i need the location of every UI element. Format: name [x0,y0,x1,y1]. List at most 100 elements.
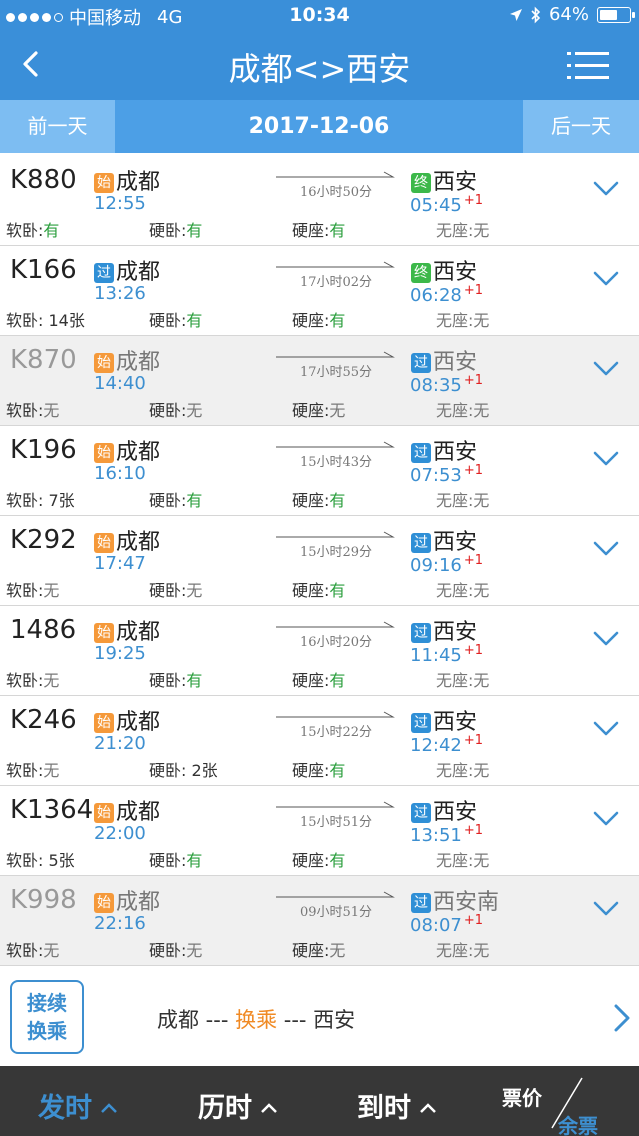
chevron-up-icon [261,1103,277,1113]
hard-seat-availability: 硬座:有 [292,487,345,511]
no-seat-value: 无 [473,221,490,240]
arrival-station: 过西安南 [411,884,499,916]
train-row[interactable]: 1486 始成都 19:25 16小时20分过西安 11:45 +1 软卧:无 硬卧:有 硬座:… [0,606,639,696]
transfer-button[interactable]: 接续 换乘 [10,980,84,1054]
hard-seat-value: 有 [329,491,346,510]
chevron-down-icon[interactable] [593,540,619,558]
duration-text: 15小时22分 [299,725,373,740]
duration-text: 16小时50分 [299,185,373,200]
train-number: K880 [10,165,77,195]
no-seat-label: 无座: [436,221,474,240]
arrival-station: 过西安 [411,434,477,466]
screen: 中国移动 4G 10:34 64% 成都<>西安 前一天 2017-12-06 … [0,0,639,1136]
arrival-station: 过西安 [411,524,477,556]
departure-time: 16:10 [94,463,146,484]
chevron-down-icon[interactable] [593,360,619,378]
soft-sleeper-availability: 软卧:有 [6,217,59,241]
soft-sleeper-value: 无 [43,671,60,690]
chevron-right-icon[interactable] [613,1003,631,1033]
travel-duration: 17小时02分 [276,258,396,290]
chevron-down-icon[interactable] [593,270,619,288]
next-day-button[interactable]: 后一天 [523,100,639,153]
sort-price-tab[interactable]: 票价 余票 [500,1074,620,1136]
travel-duration: 15小时51分 [276,798,396,830]
train-row[interactable]: K246 始成都 21:20 15小时22分过西安 12:42 +1 软卧:无 硬卧: 2张硬… [0,696,639,786]
hard-seat-value: 无 [329,941,346,960]
no-seat-value: 无 [473,581,490,600]
hard-seat-label: 硬座: [292,941,330,960]
chevron-down-icon[interactable] [593,450,619,468]
train-row[interactable]: K998 始成都 22:16 09小时51分过西安南 08:07 +1 软卧:无 硬卧:无 硬座… [0,876,639,966]
train-row[interactable]: K880 始成都 12:55 16小时50分终西安 05:45 +1 软卧:有 硬卧:有 硬座:… [0,156,639,246]
train-row[interactable]: K292 始成都 17:47 15小时29分过西安 09:16 +1 软卧:无 硬卧:无 硬座:… [0,516,639,606]
transfer-to: --- 西安 [277,1008,356,1032]
hard-sleeper-availability: 硬卧:有 [149,667,202,691]
arrival-time: 13:51 +1 [410,823,483,846]
train-number: K166 [10,255,77,285]
prev-day-button[interactable]: 前一天 [0,100,115,153]
hard-seat-value: 无 [329,401,346,420]
soft-sleeper-value: 5张 [43,851,75,870]
arrival-time-value: 12:42 [410,735,462,756]
chevron-down-icon[interactable] [593,180,619,198]
arrival-badge: 过 [411,533,431,553]
hard-sleeper-label: 硬卧: [149,311,187,330]
bluetooth-icon [531,6,541,23]
sort-arrive-tab[interactable]: 到时 [357,1086,437,1125]
departure-station: 始成都 [94,164,160,196]
hard-seat-label: 硬座: [292,761,330,780]
chevron-down-icon[interactable] [593,630,619,648]
arrival-station-name: 西安 [433,530,478,555]
chevron-down-icon[interactable] [593,720,619,738]
hard-sleeper-value: 有 [186,311,203,330]
departure-time: 21:20 [94,733,146,754]
arrow-right-icon [276,891,395,898]
hard-seat-value: 有 [329,671,346,690]
chevron-down-icon[interactable] [593,900,619,918]
hard-sleeper-value: 有 [186,491,203,510]
departure-station-name: 成都 [116,710,161,735]
travel-duration: 17小时55分 [276,348,396,380]
hard-sleeper-value: 无 [186,941,203,960]
list-menu-icon[interactable] [567,49,609,83]
arrival-station-name: 西安 [433,710,478,735]
status-right: 64% [509,4,635,25]
hard-sleeper-availability: 硬卧:有 [149,487,202,511]
departure-badge: 始 [94,353,114,373]
next-day-marker: +1 [463,463,484,478]
train-row[interactable]: K196 始成都 16:10 15小时43分过西安 07:53 +1 软卧: 7张 硬卧:有硬… [0,426,639,516]
transfer-bar[interactable]: 接续 换乘 成都 --- 换乘 --- 西安 [0,968,639,1066]
arrival-station: 终西安 [411,164,477,196]
sort-duration-tab[interactable]: 历时 [198,1086,278,1125]
arrival-badge: 过 [411,803,431,823]
train-row[interactable]: K1364 始成都 22:00 15小时51分过西安 13:51 +1 软卧: 5张 硬卧:有… [0,786,639,876]
hard-sleeper-value: 有 [186,851,203,870]
train-row[interactable]: K166 过成都 13:26 17小时02分终西安 06:28 +1 软卧: 14张 硬卧:有… [0,246,639,336]
page-title: 成都<>西安 [228,50,411,88]
soft-sleeper-label: 软卧: [6,401,44,420]
departure-time: 19:25 [94,643,146,664]
duration-text: 15小时43分 [299,455,373,470]
hard-seat-label: 硬座: [292,581,330,600]
train-row[interactable]: K870 始成都 14:40 17小时55分过西安 08:35 +1 软卧:无 硬卧:无 硬座:… [0,336,639,426]
hard-sleeper-availability: 硬卧: 2张 [149,757,218,781]
no-seat-value: 无 [473,761,490,780]
current-date[interactable]: 2017-12-06 [115,100,523,153]
soft-sleeper-label: 软卧: [6,671,44,690]
arrival-station: 过西安 [411,614,477,646]
duration-text: 17小时55分 [299,365,373,380]
no-seat-value: 无 [473,851,490,870]
departure-time: 17:47 [94,553,146,574]
sort-depart-tab[interactable]: 发时 [38,1086,118,1125]
train-number: K246 [10,705,77,735]
next-day-marker: +1 [463,733,484,748]
arrival-badge: 过 [411,713,431,733]
chevron-down-icon[interactable] [593,810,619,828]
departure-badge: 始 [94,803,114,823]
departure-time: 14:40 [94,373,146,394]
next-day-marker: +1 [463,373,484,388]
travel-duration: 15小时29分 [276,528,396,560]
chevron-up-icon [420,1103,436,1113]
nav-bar: 成都<>西安 [0,32,639,100]
transfer-button-line2: 换乘 [27,1019,67,1043]
